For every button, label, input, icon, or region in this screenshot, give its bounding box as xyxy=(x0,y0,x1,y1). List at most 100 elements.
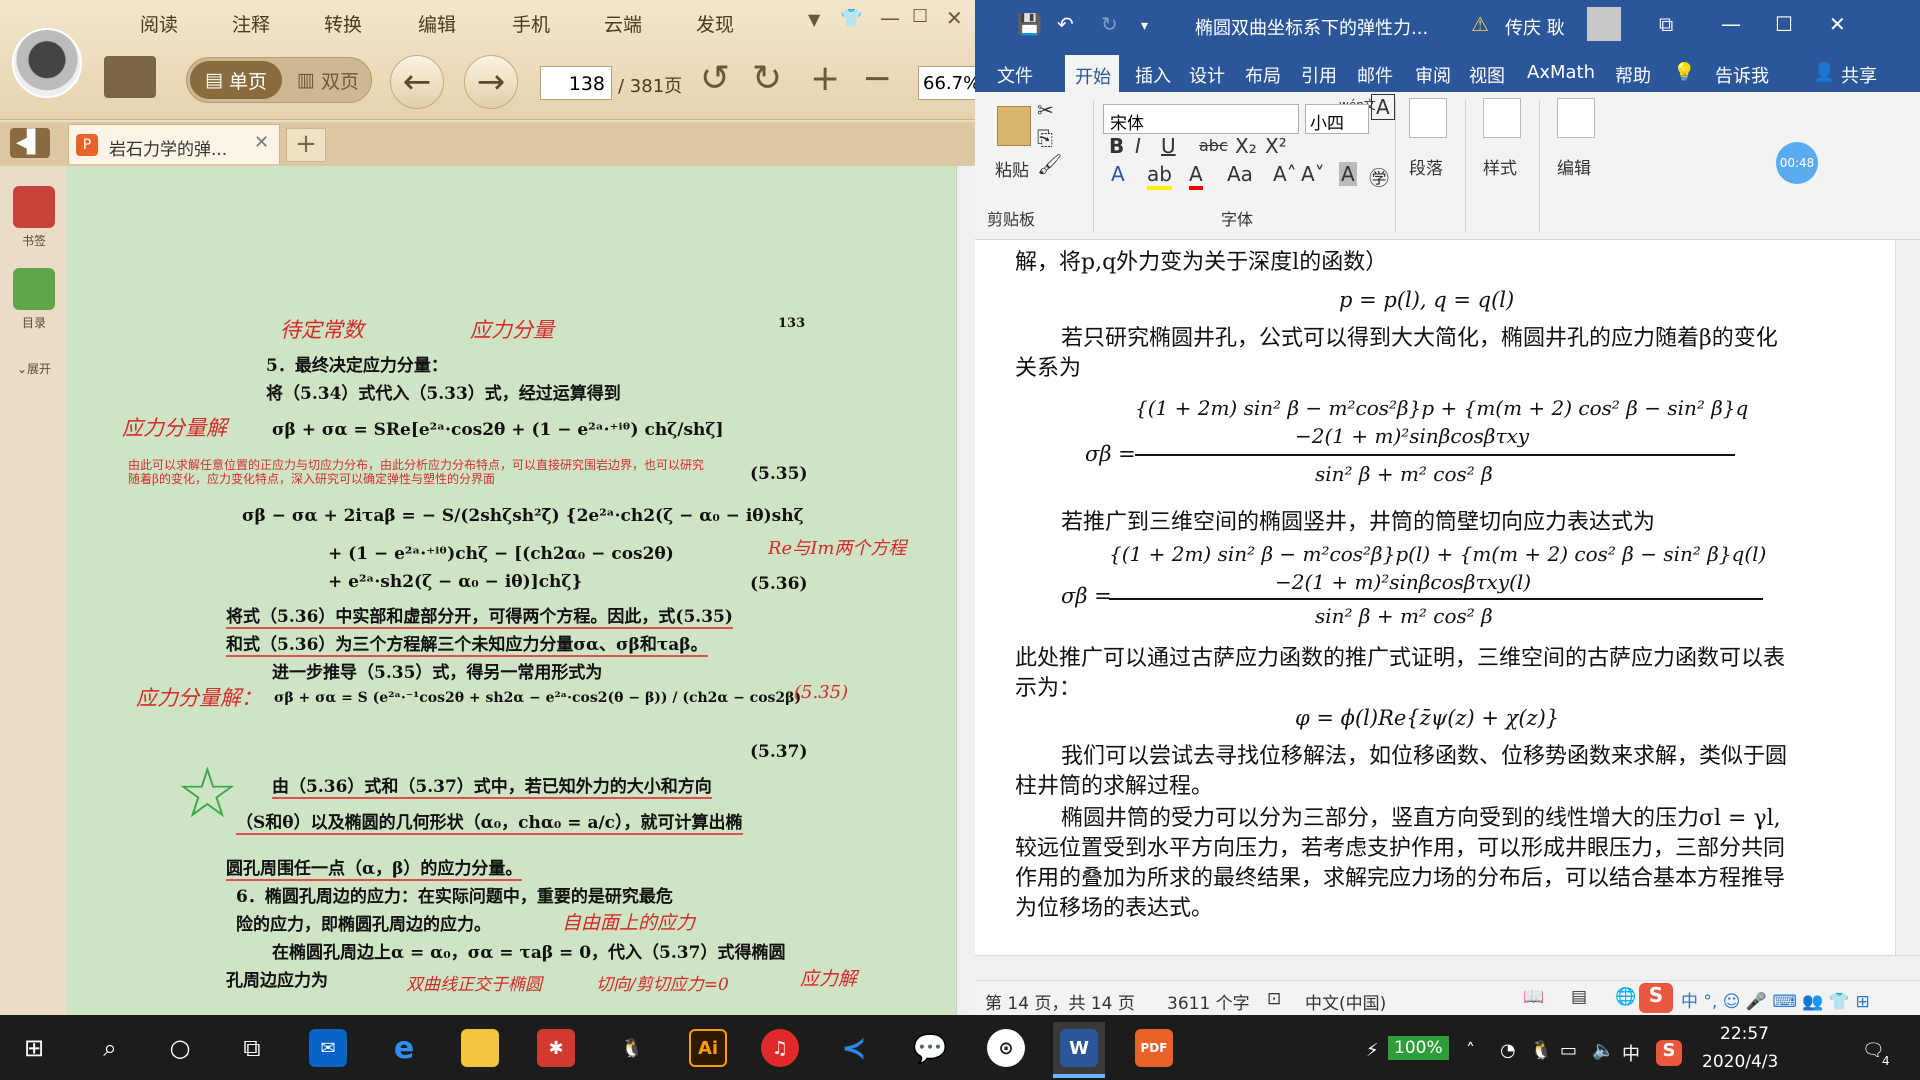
app-word[interactable]: W xyxy=(1053,1022,1105,1074)
clock-time[interactable]: 22:57 xyxy=(1720,1024,1769,1044)
strikethrough-icon[interactable]: abc xyxy=(1199,136,1228,155)
font-name-select[interactable]: 宋体 xyxy=(1103,104,1299,134)
avatar[interactable] xyxy=(12,28,82,98)
tab-close-icon[interactable]: ✕ xyxy=(254,132,269,153)
zoom-out-icon[interactable]: − xyxy=(862,58,892,99)
document-scrollbar[interactable] xyxy=(1895,240,1920,955)
paragraph-button[interactable]: 段落 xyxy=(1409,154,1443,179)
tab-help[interactable]: 帮助 xyxy=(1615,62,1651,88)
tab-file[interactable]: 文件 xyxy=(997,62,1033,88)
search-icon[interactable] xyxy=(1557,98,1595,138)
zoom-in-icon[interactable]: + xyxy=(810,58,840,99)
save-icon[interactable]: 💾 xyxy=(1017,12,1042,36)
tab-mailings[interactable]: 邮件 xyxy=(1357,62,1393,88)
superscript-icon[interactable]: X² xyxy=(1265,134,1287,158)
qq-tray-icon[interactable]: 🐧 xyxy=(1530,1040,1552,1061)
warning-icon[interactable]: ⚠ xyxy=(1471,12,1489,36)
proofing-icon[interactable]: ⊡ xyxy=(1267,989,1281,1009)
collapse-sidebar-button[interactable]: ◂▌ xyxy=(10,128,50,158)
menu-annotate[interactable]: 注释 xyxy=(232,10,270,37)
tab-design[interactable]: 设计 xyxy=(1189,62,1225,88)
ribbon-display-icon[interactable]: ⧉ xyxy=(1659,12,1673,36)
editing-button[interactable]: 编辑 xyxy=(1557,154,1591,179)
text-effects-icon[interactable]: A xyxy=(1111,162,1125,186)
skin-icon[interactable]: 👕 xyxy=(840,8,862,29)
paste-icon[interactable] xyxy=(997,106,1031,146)
horizontal-scrollbar[interactable] xyxy=(975,955,1920,980)
pdf-page[interactable]: 133 待定常数 应力分量 5．最终决定应力分量： 将（5.34）式代入（5.3… xyxy=(66,166,956,1015)
clock-date[interactable]: 2020/4/3 xyxy=(1702,1052,1778,1072)
page-number-input[interactable]: 138 xyxy=(540,66,612,100)
app-pdf-reader[interactable]: PDF xyxy=(1128,1022,1180,1074)
app-browser[interactable]: ⊙ xyxy=(980,1022,1032,1074)
paste-label[interactable]: 粘贴 xyxy=(995,156,1029,181)
close-icon[interactable]: ✕ xyxy=(946,6,963,30)
lightbulb-icon[interactable]: 💡 xyxy=(1673,62,1695,83)
redo-icon[interactable]: ↻ xyxy=(1101,12,1118,36)
wifi-icon[interactable]: ◔ xyxy=(1500,1040,1516,1061)
share-button[interactable]: 共享 xyxy=(1841,62,1877,88)
app-explorer[interactable] xyxy=(454,1022,506,1074)
menu-convert[interactable]: 转换 xyxy=(324,10,362,37)
paragraph-icon[interactable] xyxy=(1409,98,1447,138)
single-page-button[interactable]: ▤ 单页 xyxy=(190,61,282,99)
folder-icon[interactable] xyxy=(104,56,156,98)
italic-icon[interactable]: I xyxy=(1135,134,1141,158)
volume-icon[interactable]: 🔈 xyxy=(1592,1040,1614,1061)
tab-view[interactable]: 视图 xyxy=(1469,62,1505,88)
char-shading-icon[interactable]: A xyxy=(1339,162,1357,186)
app-wps[interactable]: ✱ xyxy=(530,1022,582,1074)
cut-icon[interactable]: ✂ xyxy=(1037,98,1054,122)
cortana-button[interactable]: ○ xyxy=(154,1022,206,1074)
sidebar-expand[interactable]: ⌄展开 xyxy=(8,360,60,377)
read-mode-icon[interactable]: 📖 xyxy=(1523,987,1544,1007)
menu-cloud[interactable]: 云端 xyxy=(604,10,642,37)
bold-icon[interactable]: B xyxy=(1109,134,1124,158)
double-page-button[interactable]: ▥ 双页 xyxy=(288,61,368,99)
start-button[interactable]: ⊞ xyxy=(8,1022,60,1074)
tab-review[interactable]: 审阅 xyxy=(1415,62,1451,88)
chevron-up-icon[interactable]: ˄ xyxy=(1466,1040,1475,1061)
tab-insert[interactable]: 插入 xyxy=(1135,62,1171,88)
menu-read[interactable]: 阅读 xyxy=(140,10,178,37)
new-tab-button[interactable]: + xyxy=(286,128,326,162)
enclose-char-icon[interactable]: ㊫ xyxy=(1369,162,1389,191)
close-icon[interactable]: ✕ xyxy=(1829,12,1846,36)
highlight-icon[interactable]: ab xyxy=(1147,162,1172,190)
menu-edit[interactable]: 编辑 xyxy=(418,10,456,37)
avatar[interactable] xyxy=(1587,7,1621,41)
sogou-ime-icon[interactable]: S xyxy=(1639,983,1673,1013)
app-illustrator[interactable]: Ai xyxy=(682,1022,734,1074)
menu-discover[interactable]: 发现 xyxy=(696,10,734,37)
font-size-select[interactable]: 小四 xyxy=(1305,104,1369,134)
prev-page-button[interactable]: ← xyxy=(390,55,444,109)
rotate-right-icon[interactable]: ↻ xyxy=(752,58,782,99)
app-qq[interactable]: 🐧 xyxy=(606,1022,658,1074)
battery-badge[interactable]: 100% xyxy=(1388,1036,1449,1060)
print-layout-icon[interactable]: ▤ xyxy=(1571,987,1587,1007)
document-tab[interactable]: 岩石力学的弹... xyxy=(68,124,280,164)
change-case-icon[interactable]: Aa xyxy=(1227,162,1253,186)
web-layout-icon[interactable]: 🌐 xyxy=(1615,987,1636,1007)
format-painter-icon[interactable]: 🖌 xyxy=(1037,152,1062,176)
rotate-left-icon[interactable]: ↺ xyxy=(700,58,730,99)
shrink-font-icon[interactable]: A˅ xyxy=(1301,162,1325,186)
menu-mobile[interactable]: 手机 xyxy=(512,10,550,37)
customize-qat-icon[interactable]: ▾ xyxy=(1141,18,1148,34)
language[interactable]: 中文(中国) xyxy=(1305,989,1386,1014)
word-count[interactable]: 3611 个字 xyxy=(1167,989,1250,1014)
battery-icon[interactable]: ▭ xyxy=(1560,1040,1577,1061)
styles-button[interactable]: 样式 xyxy=(1483,154,1517,179)
app-vscode[interactable]: ≺ xyxy=(828,1022,880,1074)
font-color-icon[interactable]: A xyxy=(1189,162,1203,190)
minimize-icon[interactable]: — xyxy=(880,6,900,30)
reader-scrollbar[interactable] xyxy=(956,166,975,1015)
tell-me-search[interactable]: 告诉我 xyxy=(1715,62,1769,88)
underline-icon[interactable]: U xyxy=(1161,134,1176,158)
grow-font-icon[interactable]: A˄ xyxy=(1273,162,1297,186)
app-wechat[interactable]: 💬 xyxy=(904,1022,956,1074)
styles-icon[interactable] xyxy=(1483,98,1521,138)
app-mail[interactable]: ✉ xyxy=(302,1022,354,1074)
next-page-button[interactable]: → xyxy=(464,55,518,109)
zoom-input[interactable]: 66.7% xyxy=(918,66,980,100)
